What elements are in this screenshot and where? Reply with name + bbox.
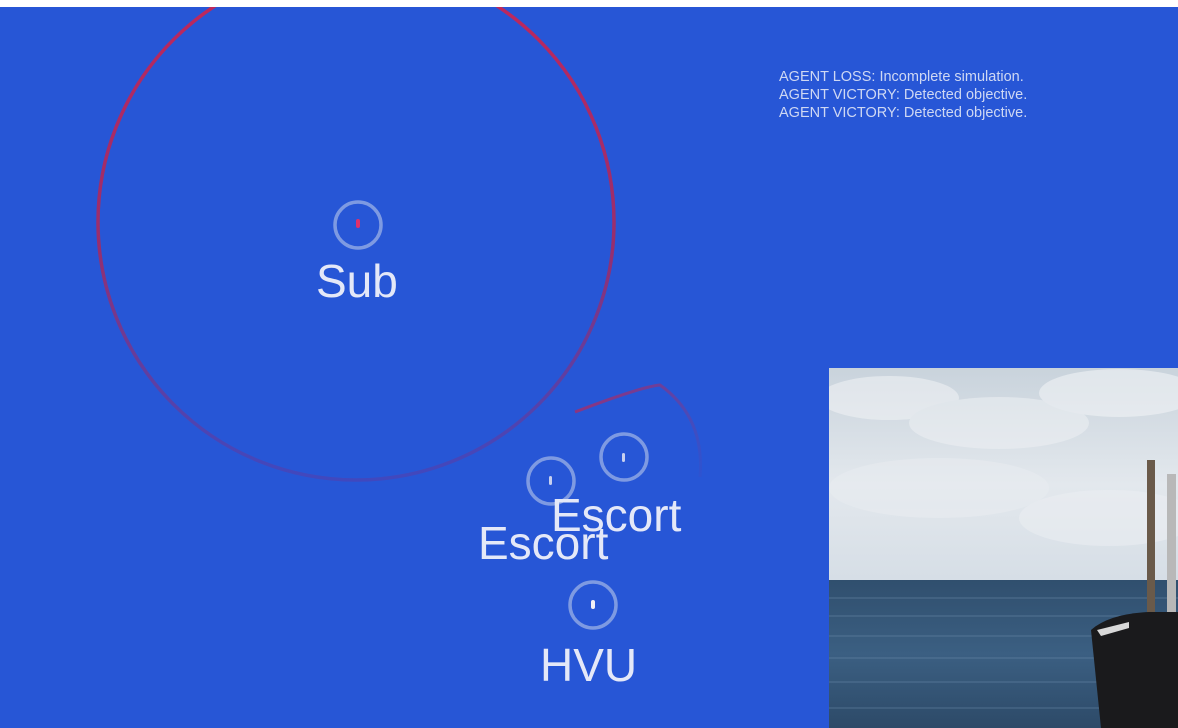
red-marker-icon [356,219,360,228]
log-line: AGENT VICTORY: Detected objective. [779,87,1028,103]
dash-marker-icon [591,600,595,609]
outcome-log: AGENT LOSS: Incomplete simulation. AGENT… [779,68,1159,122]
log-line: AGENT LOSS: Incomplete simulation. [779,69,1024,85]
submarine-photo [829,368,1178,728]
unit-label-sub: Sub [316,255,398,307]
dash-marker-icon [622,453,625,462]
unit-label-escort-2: Escort [551,489,682,541]
simulation-viewport: Sub Escort Escort HVU AGENT LOSS: Incomp… [0,7,1178,728]
unit-label-hvu: HVU [540,639,637,691]
dash-marker-icon [549,476,552,485]
log-line: AGENT VICTORY: Detected objective. [779,105,1028,121]
